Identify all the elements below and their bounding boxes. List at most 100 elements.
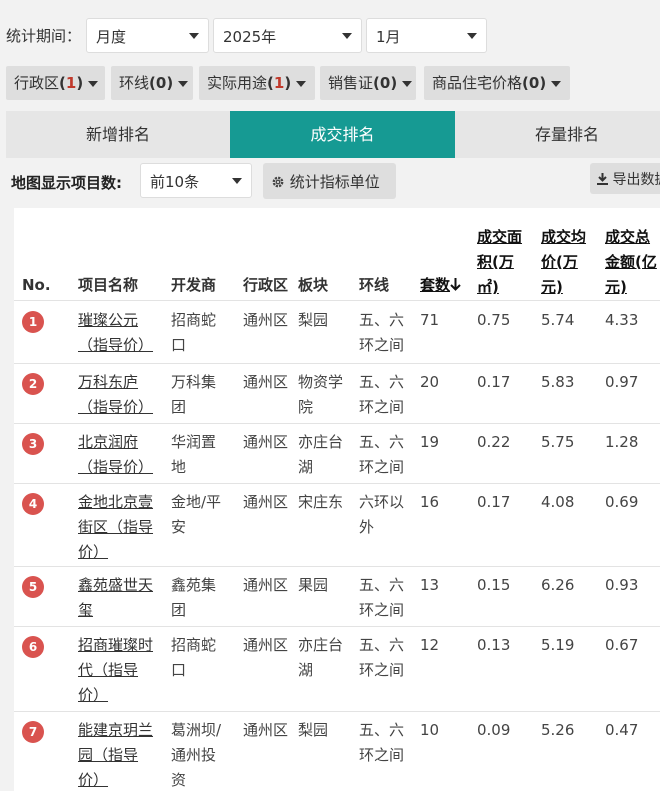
cell-line: 招商蛇 (171, 636, 217, 654)
header-total-line1: 成交总 (605, 228, 651, 246)
cell-deal-area: 0.17 (477, 373, 511, 391)
cell-deal-area: 0.15 (477, 576, 511, 594)
filter-0[interactable]: 行政区(1) (6, 66, 105, 100)
cell-line: 五、六 (359, 576, 405, 594)
row-divider (14, 711, 660, 712)
cell-developer: 万科集团 (171, 370, 216, 420)
header-avg-price[interactable]: 成交均 价(万 元) (541, 225, 586, 300)
cell-avg-price: 6.26 (541, 576, 575, 594)
tab-deal-ranking[interactable]: 成交排名 (230, 111, 455, 158)
filter-3[interactable]: 销售证(0) (320, 66, 416, 100)
cell-deal-area: 0.17 (477, 493, 511, 511)
cell-line: （指导价） (78, 458, 154, 476)
cell-units: 10 (420, 721, 440, 739)
cell-district: 通州区 (243, 311, 289, 329)
indicator-unit-button[interactable]: 统计指标单位 (263, 163, 396, 199)
granularity-select[interactable]: 月度 (86, 18, 209, 53)
header-area-line2: 积(万 (477, 253, 514, 271)
cell-ring-road: 五、六 环之间 (359, 633, 404, 683)
cell-deal-area: 0.09 (477, 721, 511, 739)
period-row: 统计期间： 月度 2025年 1月 (0, 18, 660, 54)
cell-line: 果园 (298, 576, 329, 594)
cell-line: 湖 (298, 458, 314, 476)
cell-total-amount: 1.28 (605, 433, 639, 451)
cell-line: 五、六 (359, 721, 405, 739)
indicator-unit-label: 统计指标单位 (289, 173, 380, 191)
header-project-name: 项目名称 (78, 276, 139, 294)
cell-block: 梨园 (298, 718, 328, 743)
cell-avg-price: 5.83 (541, 373, 575, 391)
cell-project-name[interactable]: 北京润府 （指导价） (78, 430, 153, 480)
rank-badge: 6 (22, 636, 44, 658)
caret-down-icon (467, 33, 477, 39)
cell-line: 梨园 (298, 721, 329, 739)
cell-line: 璀璨公元 (78, 311, 139, 329)
filter-paren: ( (373, 74, 380, 92)
filter-paren: ( (522, 74, 529, 92)
filter-paren: ( (59, 74, 66, 92)
header-area[interactable]: 成交面 积(万 ㎡) (477, 225, 522, 300)
cell-line: 招商璀璨时 (78, 636, 154, 654)
filter-paren: ) (390, 74, 398, 92)
map-count-label: 地图显示项目数: (11, 174, 122, 192)
header-units-sort[interactable]: 套数 (420, 273, 461, 298)
cell-units: 20 (420, 373, 440, 391)
filter-label: 环线 (119, 74, 150, 92)
year-select[interactable]: 2025年 (213, 18, 362, 53)
filter-label: 实际用途 (207, 74, 268, 92)
cell-project-name[interactable]: 鑫苑盛世天玺 (78, 573, 153, 623)
filter-1[interactable]: 环线(0) (111, 66, 193, 100)
cell-project-name[interactable]: 万科东庐 （指导价） (78, 370, 153, 420)
header-total-amount[interactable]: 成交总 金额(亿 元) (605, 225, 657, 300)
header-ring: 环线 (359, 276, 390, 294)
filter-4[interactable]: 商品住宅价格(0) (424, 66, 570, 100)
map-count-select[interactable]: 前10条 (140, 163, 252, 198)
cell-ring-road: 五、六 环之间 (359, 430, 404, 480)
month-select[interactable]: 1月 (366, 18, 487, 53)
row-divider (14, 626, 660, 627)
cell-total-amount: 0.69 (605, 493, 639, 511)
cell-avg-price: 5.74 (541, 311, 575, 329)
tab-new-ranking[interactable]: 新增排名 (6, 111, 230, 158)
filter-count: 0 (379, 74, 391, 92)
cell-deal-area: 0.13 (477, 636, 511, 654)
cell-developer: 葛洲坝/通州投资 (171, 718, 221, 791)
tab-stock-ranking[interactable]: 存量排名 (455, 111, 660, 158)
filter-count: 1 (65, 74, 77, 92)
cell-line: 鑫苑集 (171, 576, 217, 594)
caret-down-icon (232, 178, 242, 184)
cell-line: 价） (78, 771, 109, 789)
cell-ring-road: 五、六 环之间 (359, 573, 404, 623)
cell-project-name[interactable]: 招商璀璨时 代（指导 价） (78, 633, 153, 708)
filter-2[interactable]: 实际用途(1) (199, 66, 315, 100)
cell-total-amount: 0.47 (605, 721, 639, 739)
cell-ring-road: 六环以外 (359, 490, 404, 540)
cell-avg-price: 4.08 (541, 493, 575, 511)
cell-line: 六环以 (359, 493, 405, 511)
cell-line: 园（指导 (78, 746, 139, 764)
cell-line: 物资学 (298, 373, 344, 391)
cell-block: 梨园 (298, 308, 328, 333)
caret-down-icon (342, 33, 352, 39)
row-divider (14, 363, 660, 364)
cell-line: 湖 (298, 661, 314, 679)
export-data-button[interactable]: 导出数据 (590, 163, 660, 194)
export-data-label: 导出数据 (612, 172, 660, 188)
cell-line: 万科集 (171, 373, 217, 391)
cell-line: 环之间 (359, 661, 405, 679)
map-count-value: 前10条 (150, 173, 200, 191)
cell-developer: 金地/平安 (171, 490, 221, 540)
header-units-label: 套数 (420, 276, 451, 294)
cell-line: 五、六 (359, 433, 405, 451)
cell-ring-road: 五、六 环之间 (359, 370, 404, 420)
caret-down-icon (296, 80, 307, 87)
cell-district: 通州区 (243, 493, 289, 511)
arrow-down-icon (450, 278, 461, 291)
cell-project-name[interactable]: 能建京玥兰 园（指导 价） (78, 718, 153, 791)
cell-project-name[interactable]: 璀璨公元 （指导价） (78, 308, 153, 358)
cell-total-amount: 4.33 (605, 311, 639, 329)
filter-paren: ) (166, 74, 174, 92)
cell-project-name[interactable]: 金地北京壹 街区（指导 价） (78, 490, 153, 565)
header-total-line2: 金额(亿 (605, 253, 657, 271)
period-label: 统计期间： (6, 27, 82, 45)
